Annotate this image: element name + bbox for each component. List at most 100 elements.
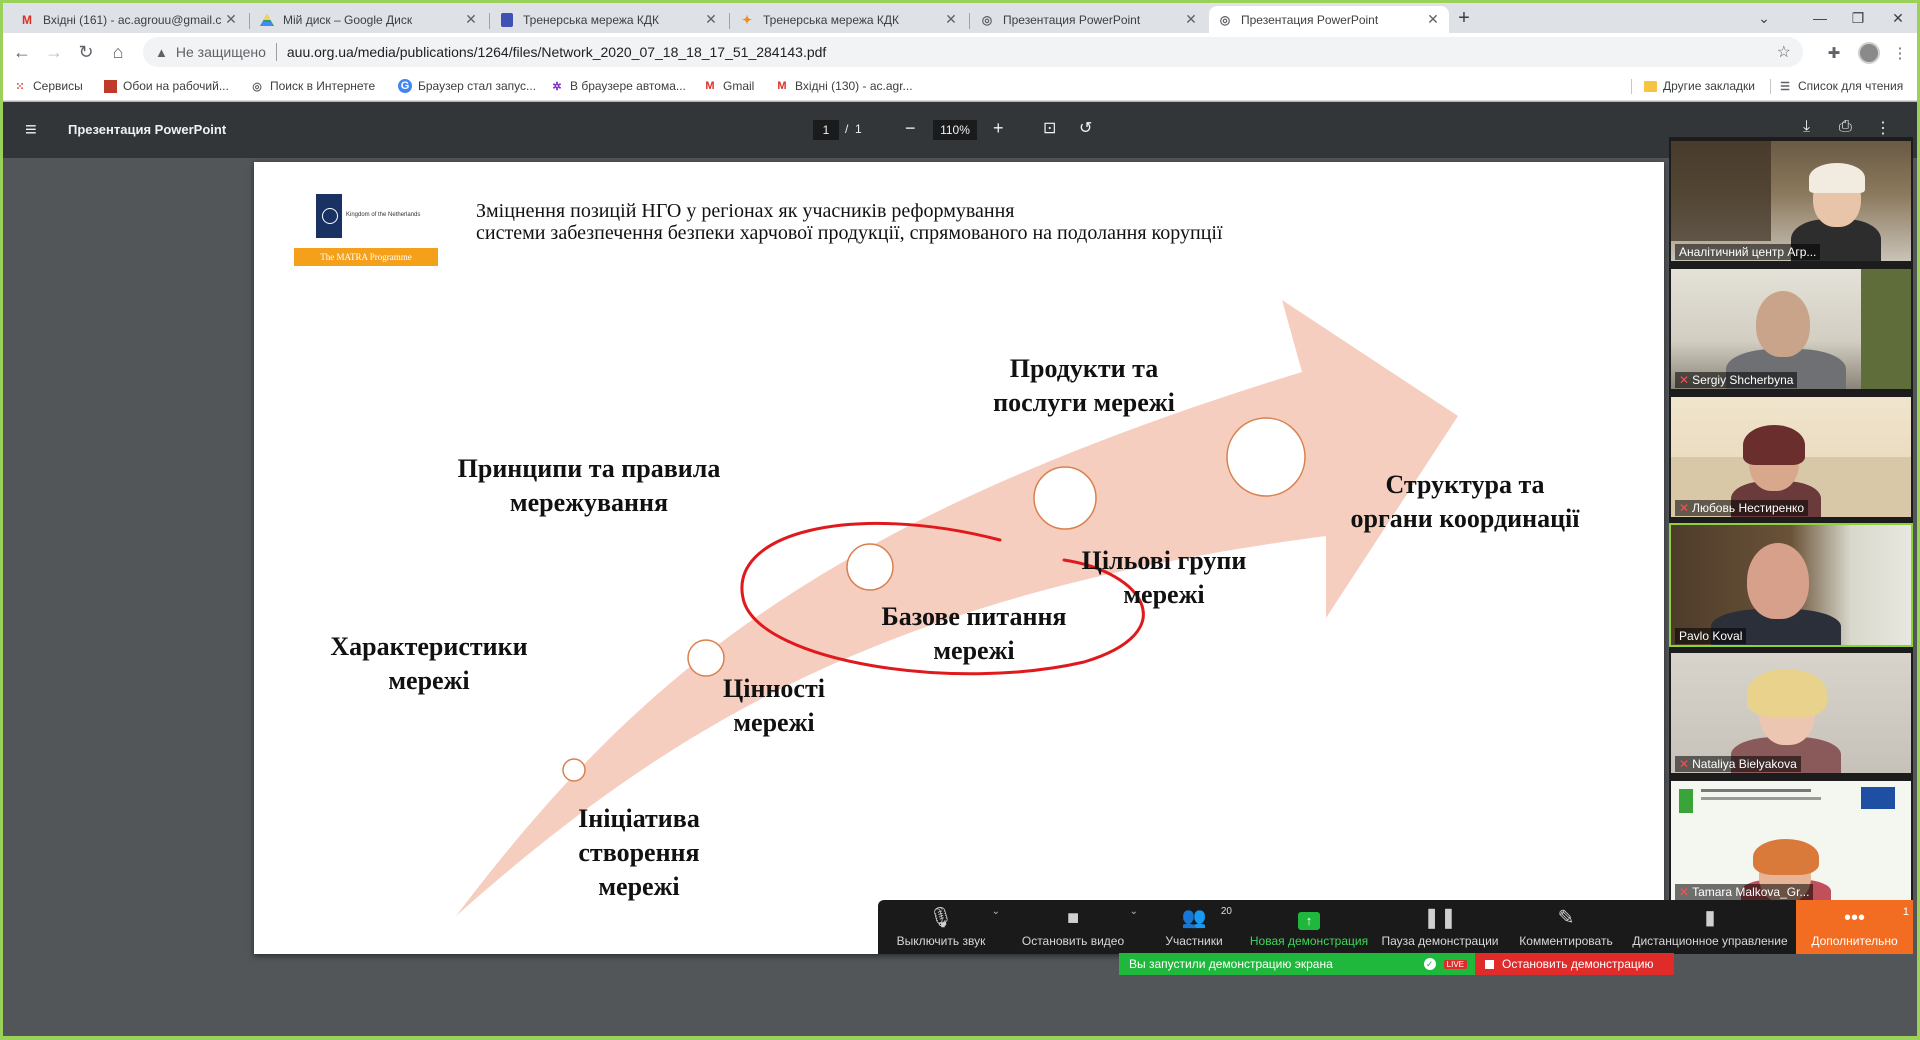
matra-banner: The MATRA Programme [294,248,438,266]
back-icon[interactable]: ← [9,39,35,65]
mute-button[interactable]: 🎙 Выключить звук ⌄ [878,900,1004,954]
close-icon[interactable]: ✕ [1425,11,1441,28]
participant-tile[interactable]: ✕ Любовь Нестиренко [1669,395,1913,519]
more-menu-icon[interactable]: ⋮ [1889,42,1911,64]
participant-tile-active-speaker[interactable]: Pavlo Koval [1669,523,1913,647]
tab-search-icon[interactable]: ⌄ [1749,7,1779,29]
pause-icon: ❚❚ [1423,907,1457,929]
participant-tile[interactable]: ✕ Sergiy Shcherbyna [1669,267,1913,391]
tab-site-network[interactable]: ✦ Тренерська мережа КДК ✕ [731,6,967,33]
fit-page-icon[interactable]: ⊡ [1043,118,1056,138]
live-badge: LIVE [1443,959,1467,969]
tab-presentation-1[interactable]: ◎ Презентация PowerPoint ✕ [971,6,1207,33]
tab-title: Тренерська мережа КДК [523,12,660,27]
bookmark-browser-started[interactable]: G Браузер стал запус... [398,77,536,95]
gmail-icon: M [705,80,715,92]
zoom-participant-gallery: Аналітичний центр Агр... ✕ Sergiy Shcherb… [1669,137,1913,917]
home-icon[interactable]: ⌂ [105,39,131,65]
zoom-in-icon[interactable]: + [993,118,1004,139]
bookmark-label: Браузер стал запус... [418,79,537,93]
stop-video-button[interactable]: ■ Остановить видео ⌄ [1004,900,1142,954]
restore-icon[interactable]: ❐ [1843,7,1873,29]
more-button[interactable]: ••• Дополнительно 1 [1796,900,1913,954]
milestone-circle-5 [1226,417,1306,497]
bookmark-browser-auto[interactable]: ✲ В браузере автома... [550,77,686,95]
participant-tile[interactable]: ✕ Tamara Malkova_Gr... [1669,779,1913,903]
rotate-icon[interactable]: ↺ [1079,118,1092,138]
screen-share-status: Вы запустили демонстрацию экрана ✓ LIVE … [1119,953,1674,975]
participant-tile[interactable]: Аналітичний центр Агр... [1669,139,1913,263]
tab-google-drive[interactable]: Мій диск – Google Диск ✕ [251,6,487,33]
label-values: Цінності мережі [723,674,825,737]
zoom-level-input[interactable]: 110% [933,120,977,140]
warning-icon[interactable]: ▲ [155,45,168,60]
page-number-input[interactable]: 1 [813,120,839,140]
address-bar[interactable]: ▲ Не защищено auu.org.ua/media/publicati… [143,37,1803,67]
more-badge: 1 [1902,906,1909,918]
new-share-button[interactable]: ↑ Новая демонстрация [1246,900,1372,954]
download-icon[interactable]: ⤓ [1803,118,1810,136]
bookmark-search-web[interactable]: ◎ Поиск в Интернете [250,77,375,95]
profile-avatar[interactable] [1858,42,1880,64]
more-actions-icon[interactable]: ⋮ [1875,118,1891,138]
slide-heading: Зміцнення позицій НГО у регіонах як учас… [476,200,1223,244]
milestone-circle-3 [846,543,894,591]
reload-icon[interactable]: ↻ [73,39,99,65]
pause-share-button[interactable]: ❚❚ Пауза демонстрации [1372,900,1508,954]
label-characteristics: Характеристики мережі [330,632,528,695]
bookmark-gmail-inbox[interactable]: M Вхідні (130) - ac.agr... [775,77,912,95]
coat-of-arms-icon [316,194,342,238]
close-icon[interactable]: ✕ [1183,11,1199,28]
chevron-up-icon[interactable]: ⌄ [992,906,1000,917]
logo-kingdom-text: Kingdom of the Netherlands [346,212,421,218]
close-window-icon[interactable]: ✕ [1883,7,1913,29]
participants-count: 20 [1220,906,1232,917]
close-icon[interactable]: ✕ [943,11,959,28]
url-text[interactable]: auu.org.ua/media/publications/1264/files… [287,44,826,60]
share-screen-icon: ↑ [1298,912,1320,930]
apps-grid-icon: ⁙ [15,80,25,93]
bookmark-label: В браузере автома... [570,79,686,93]
stop-share-button[interactable]: Остановить демонстрацию [1475,953,1674,975]
zoom-control-bar: 🎙 Выключить звук ⌄ ■ Остановить видео ⌄ … [878,900,1913,954]
bookmark-label: Поиск в Интернете [270,79,376,93]
bookmark-wallpapers[interactable]: Обои на рабочий... [103,77,229,95]
extensions-puzzle-icon[interactable]: ✚ [1823,42,1845,64]
tab-presentation-active[interactable]: ◎ Презентация PowerPoint ✕ [1209,6,1449,33]
minimize-icon[interactable]: — [1805,7,1835,29]
browser-toolbar: ← → ↻ ⌂ ▲ Не защищено auu.org.ua/media/p… [3,33,1917,71]
security-label[interactable]: Не защищено [176,44,266,60]
participant-tile[interactable]: ✕ Nataliya Bielyakova [1669,651,1913,775]
bookmark-image-icon [103,79,117,93]
new-tab-button[interactable]: + [1449,7,1479,29]
page-total: / 1 [845,122,862,136]
tab-title: Тренерська мережа КДК [763,12,900,27]
slide-heading-line-2: системи забезпечення безпеки харчової пр… [476,222,1223,244]
chevron-up-icon[interactable]: ⌄ [1130,906,1138,917]
remote-control-button[interactable]: ▮ Дистанционное управление [1624,900,1796,954]
bookmark-gmail[interactable]: M Gmail [703,77,754,95]
zoom-out-icon[interactable]: − [905,118,916,139]
milestone-circle-4 [1033,466,1097,530]
print-icon[interactable]: ⎙ [1839,118,1852,136]
label-structure: Структура та органи координації [1350,470,1580,533]
gmail-icon: M [22,12,32,27]
other-bookmarks[interactable]: Другие закладки [1643,77,1755,95]
bookmark-star-icon[interactable]: ☆ [1777,42,1791,62]
close-icon[interactable]: ✕ [463,11,479,28]
participants-button[interactable]: 👥 Участники 20 [1142,900,1246,954]
reading-list[interactable]: ☰ Список для чтения [1778,77,1903,95]
forward-icon[interactable]: → [41,39,67,65]
annotate-button[interactable]: ✎ Комментировать [1508,900,1624,954]
mic-muted-icon: ✕ [1679,373,1690,387]
close-icon[interactable]: ✕ [223,11,239,28]
video-camera-icon: ■ [1066,907,1080,929]
bookmark-apps[interactable]: ⁙ Сервисы [13,77,82,95]
gmail-icon: M [777,80,787,92]
tab-forms-network[interactable]: Тренерська мережа КДК ✕ [491,6,727,33]
participant-name: ✕ Любовь Нестиренко [1675,500,1809,516]
menu-icon[interactable]: ≡ [25,119,37,142]
tab-gmail-inbox[interactable]: M Вхідні (161) - ac.agrouu@gmail.c ✕ [11,6,247,33]
close-icon[interactable]: ✕ [703,11,719,28]
bookmarks-bar: ⁙ Сервисы Обои на рабочий... ◎ Поиск в И… [3,71,1917,101]
